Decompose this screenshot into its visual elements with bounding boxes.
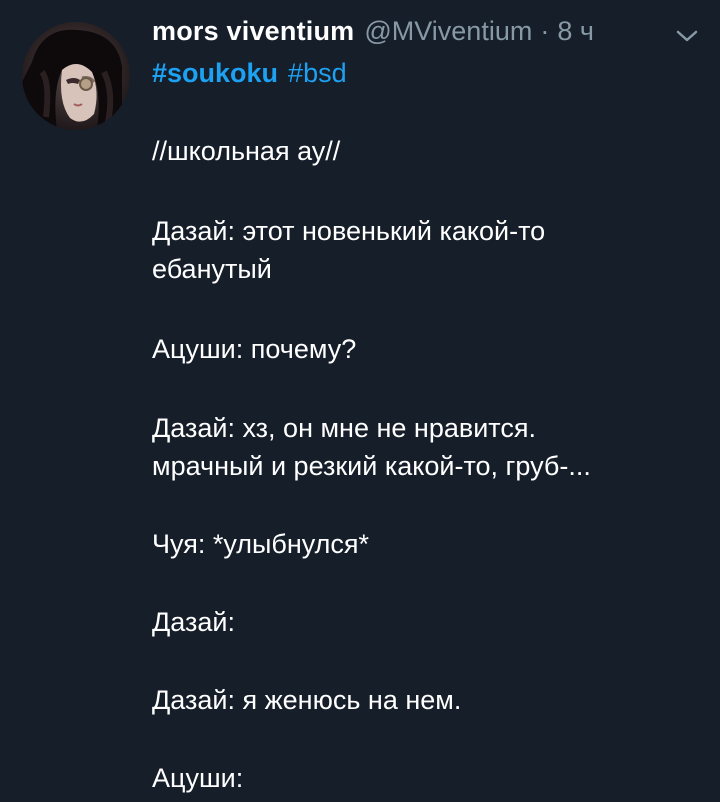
hashtags: #soukoku #bsd: [152, 58, 357, 89]
tweet-line: Ацуши:: [152, 763, 244, 793]
tweet-line: Дазай: этот новенький какой-то: [152, 216, 546, 246]
tweet-line: ебанутый: [152, 254, 272, 284]
avatar[interactable]: [22, 22, 130, 130]
tweet-header: mors viventium @MViventium · 8 ч: [152, 16, 594, 56]
user-handle[interactable]: @MViventium: [364, 16, 532, 47]
tweet-line: Ацуши: почему?: [152, 334, 357, 364]
hashtag-link[interactable]: #bsd: [288, 58, 347, 88]
tweet-line: Дазай:: [152, 607, 235, 637]
chevron-down-icon[interactable]: [674, 26, 700, 46]
avatar-image: [22, 22, 130, 130]
tweet-line: Дазай: я женюсь на нем.: [152, 685, 462, 715]
separator: ·: [540, 16, 550, 46]
tweet-line: мрачный и резкий какой-то, груб-...: [152, 451, 591, 481]
display-name[interactable]: mors viventium: [152, 16, 354, 47]
tweet-time[interactable]: 8 ч: [557, 16, 594, 47]
tweet-line: Дазай: хз, он мне не нравится.: [152, 413, 536, 443]
tweet-line: Чуя: *улыбнулся*: [152, 529, 370, 559]
hashtag-link[interactable]: #soukoku: [152, 58, 278, 88]
tweet: mors viventium @MViventium · 8 ч #soukok…: [0, 0, 720, 802]
tweet-line: //школьная ау//: [152, 136, 341, 166]
